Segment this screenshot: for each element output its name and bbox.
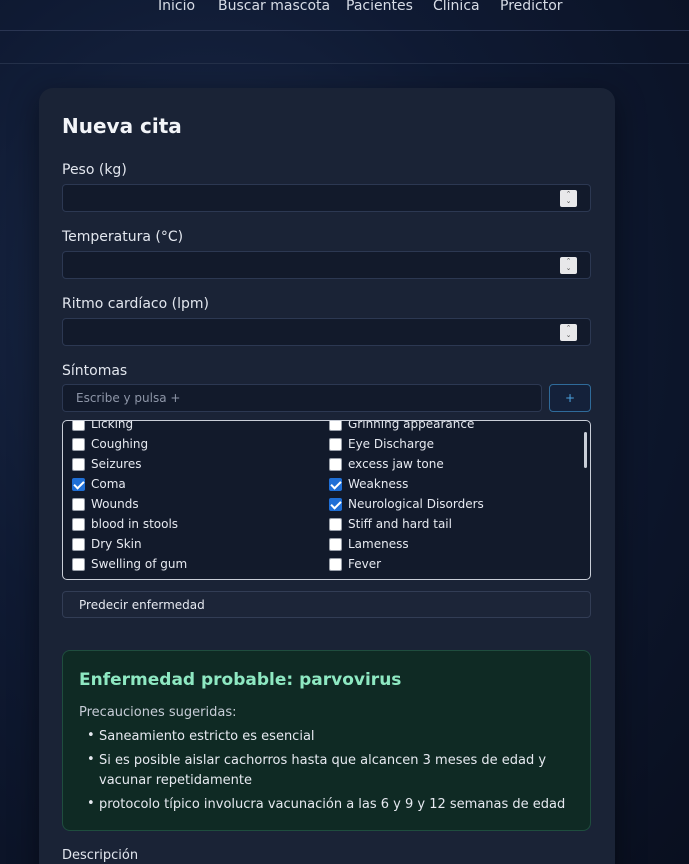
symptom-option[interactable]: Neurological Disorders [329,495,484,513]
nav-buscar-mascota[interactable]: Buscar mascota [218,0,330,14]
symptom-label: Stiff and hard tail [348,517,452,531]
temperature-stepper[interactable]: ⌃ ⌄ [560,257,577,274]
symptom-label: blood in stools [91,517,179,531]
symptom-label: Eye Discharge [348,437,434,451]
temperature-input[interactable]: ⌃ ⌄ [62,251,591,279]
symptom-checkbox[interactable] [72,497,85,511]
bullet-icon: • [87,728,95,743]
symptom-option[interactable]: Wounds [72,495,139,513]
heart-rate-stepper[interactable]: ⌃ ⌄ [560,324,577,341]
symptom-checkbox[interactable] [329,437,342,451]
sub-bar [0,31,689,64]
symptom-label: Lameness [348,537,409,551]
symptom-checkbox[interactable] [72,477,85,491]
precautions-label: Precauciones sugeridas: [79,705,237,720]
symptom-checkbox[interactable] [72,537,85,551]
symptom-list[interactable]: Licking Coughing Seizures Coma Wounds blood i… [62,420,591,580]
top-navigation: Inicio Buscar mascota Pacientes Clínica … [0,0,689,31]
temperature-label: Temperatura (°C) [62,229,184,245]
symptom-label: Neurological Disorders [348,497,484,511]
symptom-option[interactable]: blood in stools [72,515,178,533]
symptom-label: Wounds [91,497,139,511]
precaution-item: protocolo típico involucra vacunación a … [99,797,566,812]
symptom-option[interactable]: Dry Skin [72,535,142,553]
symptom-checkbox[interactable] [329,477,342,491]
symptom-list-scrollbar[interactable] [584,432,587,468]
precaution-item: Si es posible aislar cachorros hasta que… [99,753,547,788]
description-label: Descripción [62,848,139,863]
symptom-checkbox[interactable] [329,537,342,551]
symptom-checkbox[interactable] [72,437,85,451]
add-symptom-button[interactable]: + [549,384,591,412]
symptom-option[interactable]: Coughing [72,435,148,453]
heart-rate-input[interactable]: ⌃ ⌄ [62,318,591,346]
weight-label: Peso (kg) [62,162,127,178]
nav-predictor[interactable]: Predictor [500,0,563,14]
weight-input[interactable]: ⌃ ⌄ [62,184,591,212]
nav-inicio[interactable]: Inicio [158,0,195,14]
symptom-label: Licking [91,420,134,431]
symptom-label: Dry Skin [91,537,142,551]
symptom-option[interactable]: Coma [72,475,126,493]
symptom-checkbox[interactable] [329,517,342,531]
nav-clinica[interactable]: Clínica [433,0,480,14]
symptom-checkbox[interactable] [72,517,85,531]
symptom-label: Seizures [91,457,142,471]
symptom-input[interactable]: Escribe y pulsa + [62,384,542,412]
bullet-icon: • [87,752,95,767]
symptom-label: Weakness [348,477,409,491]
symptom-option[interactable]: Fever [329,555,381,573]
symptom-checkbox[interactable] [329,457,342,471]
symptom-option[interactable]: Seizures [72,455,142,473]
symptom-checkbox[interactable] [72,557,85,571]
symptoms-label: Síntomas [62,363,128,379]
symptom-option[interactable]: Weakness [329,475,408,493]
symptom-checkbox[interactable] [72,457,85,471]
symptom-option[interactable]: Licking [72,420,134,433]
symptom-label: Swelling of gum [91,557,188,571]
heart-rate-label: Ritmo cardíaco (lpm) [62,296,209,312]
symptom-checkbox[interactable] [329,497,342,511]
symptom-option[interactable]: Lameness [329,535,409,553]
symptom-label: excess jaw tone [348,457,444,471]
symptom-checkbox[interactable] [72,421,85,431]
symptom-label: Coughing [91,437,149,451]
symptom-option[interactable]: Stiff and hard tail [329,515,452,533]
page-title: Nueva cita [62,114,182,138]
precaution-item: Saneamiento estricto es esencial [99,729,315,744]
symptom-label: Fever [348,557,382,571]
symptom-label: Grinning appearance [348,420,475,431]
predict-button[interactable]: Predecir enfermedad [62,591,591,618]
symptom-checkbox[interactable] [329,557,342,571]
weight-stepper[interactable]: ⌃ ⌄ [560,190,577,207]
symptom-option[interactable]: Eye Discharge [329,435,434,453]
nav-pacientes[interactable]: Pacientes [346,0,413,14]
symptom-label: Coma [91,477,126,491]
result-title: Enfermedad probable: parvovirus [79,670,402,690]
symptom-option[interactable]: excess jaw tone [329,455,444,473]
bullet-icon: • [87,796,95,811]
symptom-option[interactable]: Grinning appearance [329,420,475,433]
symptom-option[interactable]: Swelling of gum [72,555,187,573]
symptom-checkbox[interactable] [329,421,342,431]
